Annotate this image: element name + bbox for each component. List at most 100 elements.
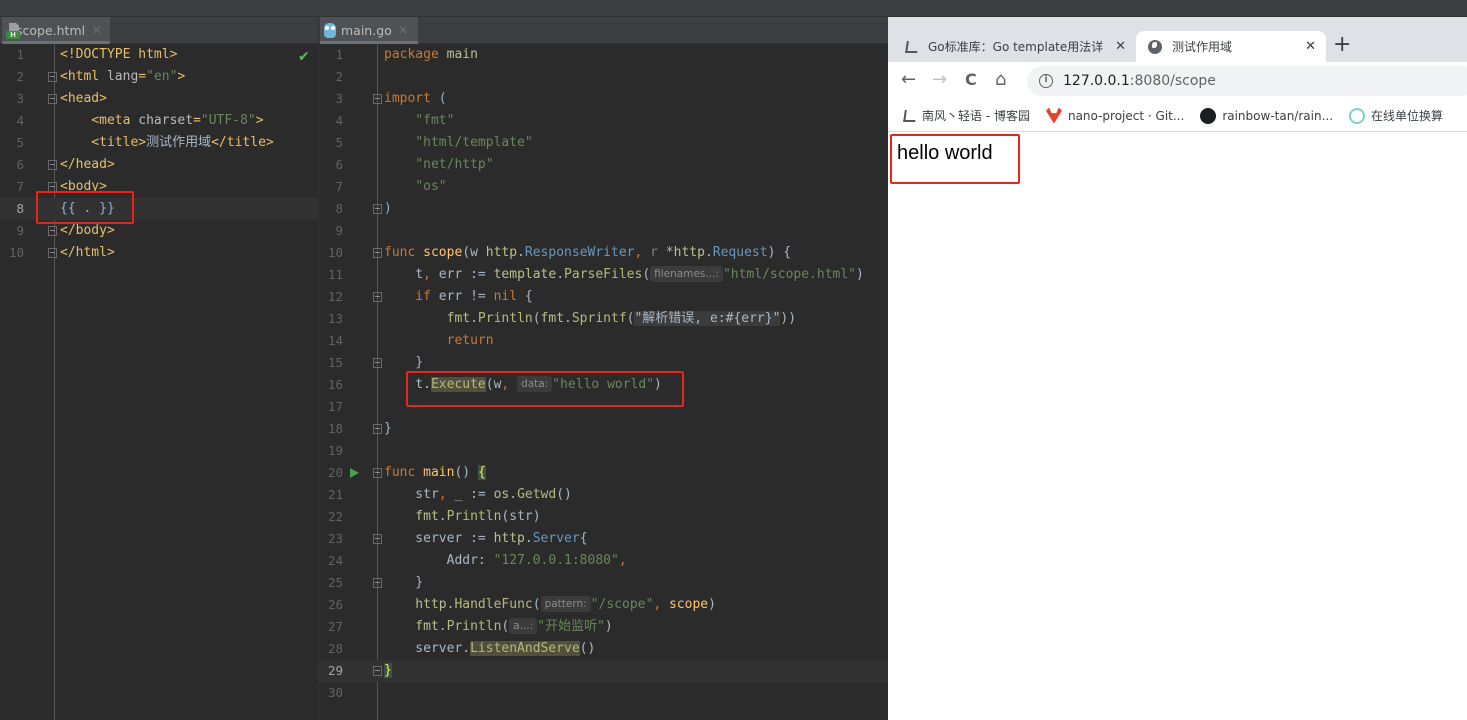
code-line: 6 "net/http" xyxy=(335,157,494,172)
browser-toolbar: ← → C ⌂ i 127.0.0.1:8080/scope xyxy=(888,62,1467,100)
forward-button[interactable]: → xyxy=(932,70,947,90)
atom-icon xyxy=(1349,107,1366,124)
fold-icon[interactable] xyxy=(373,666,382,676)
fold-icon[interactable] xyxy=(373,578,382,588)
param-hint: a...: xyxy=(509,618,538,634)
fold-icon[interactable] xyxy=(48,94,57,104)
code-line: 1 package main xyxy=(335,47,478,62)
tab-main-go[interactable]: main.go × xyxy=(320,17,418,44)
param-hint: data: xyxy=(517,376,553,392)
site-info-icon[interactable]: i xyxy=(1039,74,1053,88)
fold-icon[interactable] xyxy=(373,534,382,544)
code-line: 2 <html lang="en"> xyxy=(16,69,186,84)
browser-tab-title: 测试作用域 xyxy=(1172,40,1233,54)
code-line: 14 return xyxy=(327,333,494,348)
fold-icon[interactable] xyxy=(48,248,57,258)
close-tab-icon[interactable]: ✕ xyxy=(1115,39,1126,54)
code-editor[interactable]: 1 <!DOCTYPE html> 2 <html lang="en"> 3 <hea… xyxy=(0,44,318,264)
back-button[interactable]: ← xyxy=(901,70,916,90)
code-line: 8) xyxy=(335,201,392,216)
browser-tab-active[interactable]: 测试作用域 ✕ xyxy=(1136,31,1326,62)
code-line: 13 fmt.Println(fmt.Sprintf("解析错误, e:#{er… xyxy=(327,311,797,326)
bookmark-item[interactable]: rainbow-tan/rain... xyxy=(1200,107,1333,124)
code-line: 15 } xyxy=(327,355,424,370)
code-line: 9 xyxy=(335,223,343,238)
editor-pane-scope-html[interactable]: H scope.html × ✔ 1 <!DOCTYPE html> 2 <html… xyxy=(0,17,318,720)
code-line: 22 fmt.Println(str) xyxy=(327,509,541,524)
fold-icon[interactable] xyxy=(373,204,382,214)
bookmark-item[interactable]: 南风丶轻语 - 博客园 xyxy=(903,107,1030,124)
code-line: 26 http.HandleFunc(pattern: "/scope", sco… xyxy=(327,596,716,612)
code-line: 7 "os" xyxy=(335,179,447,194)
html-file-icon: H xyxy=(6,22,20,39)
tab-scope-html[interactable]: H scope.html × xyxy=(2,17,110,44)
bookmarks-bar: 南风丶轻语 - 博客园 nano-project · Git... rainbo… xyxy=(888,100,1467,132)
code-line: 4 <meta charset="UTF-8"> xyxy=(16,113,264,128)
code-line: 23 server := http.Server{ xyxy=(327,531,588,546)
bookmark-label: nano-project · Git... xyxy=(1067,108,1185,123)
code-line: 5 "html/template" xyxy=(335,135,533,150)
editor-tab-bar: H scope.html × xyxy=(0,17,318,44)
code-line: 5 <title>测试作用域</title> xyxy=(16,135,274,150)
run-icon[interactable] xyxy=(350,468,359,478)
code-line-current: 8{{ . }} xyxy=(0,198,318,220)
reload-button[interactable]: C xyxy=(965,70,977,90)
code-line: 17 xyxy=(327,399,343,414)
code-line: 7 <body> xyxy=(16,179,107,194)
code-line: 10 </html> xyxy=(8,245,115,260)
bookmark-label: 在线单位换算 xyxy=(1371,109,1444,123)
close-tab-icon[interactable]: × xyxy=(91,23,102,38)
home-button[interactable]: ⌂ xyxy=(995,70,1006,90)
bookmark-item[interactable]: nano-project · Git... xyxy=(1045,107,1185,124)
globe-icon xyxy=(1148,39,1162,54)
fold-icon[interactable] xyxy=(48,72,57,82)
browser-tab[interactable]: Go标准库：Go template用法详 ✕ xyxy=(888,31,1136,62)
editor-pane-main-go[interactable]: main.go × 1 package main 2 3 import ( 4 "f… xyxy=(318,17,888,720)
gopher-icon xyxy=(324,23,336,38)
page-body-text: hello world xyxy=(897,142,993,164)
bookmark-item[interactable]: 在线单位换算 xyxy=(1349,107,1443,124)
fold-icon[interactable] xyxy=(48,182,57,192)
code-line: 3 import ( xyxy=(335,91,447,106)
fold-icon[interactable] xyxy=(48,226,57,236)
fold-icon[interactable] xyxy=(373,424,382,434)
code-line: 10 func scope(w http.ResponseWriter, r *h… xyxy=(327,245,792,260)
code-line: 3 <head> xyxy=(16,91,107,106)
code-line: 12 if err != nil { xyxy=(327,289,533,304)
fold-icon[interactable] xyxy=(373,94,382,104)
editor-tab-bar: main.go × xyxy=(319,17,888,44)
browser-tab-title: Go标准库：Go template用法详 xyxy=(928,40,1104,54)
code-line: 25 } xyxy=(327,575,424,590)
bookmark-label: 南风丶轻语 - 博客园 xyxy=(922,109,1030,123)
close-tab-icon[interactable]: ✕ xyxy=(1305,39,1316,54)
param-hint: filenames...: xyxy=(650,266,723,282)
code-line: 6 </head> xyxy=(16,157,115,172)
code-line: 24 Addr: "127.0.0.1:8080", xyxy=(327,553,627,568)
close-tab-icon[interactable]: × xyxy=(398,23,409,38)
tab-label: scope.html xyxy=(15,23,86,38)
blog-icon xyxy=(905,40,919,53)
code-line: 27 fmt.Println(a...: "开始监听") xyxy=(327,618,613,634)
tab-label: main.go xyxy=(341,23,392,38)
url-path: :8080/scope xyxy=(1129,73,1216,89)
gitlab-icon xyxy=(1045,107,1062,124)
code-line: 18} xyxy=(327,421,392,436)
fold-icon[interactable] xyxy=(48,160,57,170)
code-line: 28 server.ListenAndServe() xyxy=(327,641,596,656)
code-line: 4 "fmt" xyxy=(335,113,455,128)
code-line: 30 xyxy=(327,685,343,700)
code-line: 16 t.Execute(w, data: "hello world") xyxy=(327,376,662,392)
code-line-current: 29} xyxy=(319,660,888,682)
fold-icon[interactable] xyxy=(373,358,382,368)
code-line: 9 </body> xyxy=(16,223,115,238)
new-tab-button[interactable]: + xyxy=(1333,34,1351,56)
code-line: 11 t, err := template.ParseFiles(filenam… xyxy=(327,266,864,282)
code-line: 1 <!DOCTYPE html> xyxy=(16,47,178,62)
code-editor[interactable]: 1 package main 2 3 import ( 4 "fmt" 5 "htm… xyxy=(319,44,888,704)
fold-icon[interactable] xyxy=(373,292,382,302)
fold-icon[interactable] xyxy=(373,468,382,478)
window-title-bar xyxy=(0,0,1467,17)
blog-icon xyxy=(903,109,917,122)
address-bar[interactable]: i 127.0.0.1:8080/scope xyxy=(1027,66,1467,96)
fold-icon[interactable] xyxy=(373,248,382,258)
